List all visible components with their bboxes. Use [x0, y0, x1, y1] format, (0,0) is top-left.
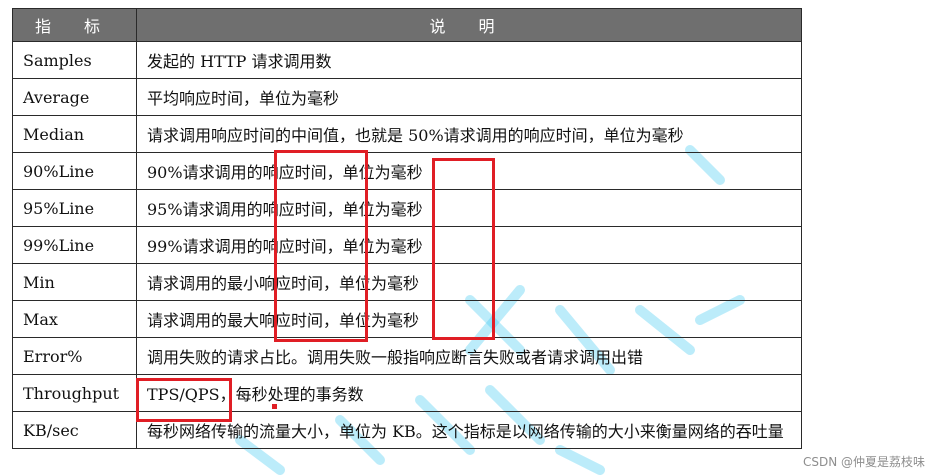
metric-name: Average	[12, 78, 137, 116]
table-row: Error% 调用失败的请求占比。调用失败一般指响应断言失败或者请求调用出错	[12, 337, 802, 375]
header-description: 说 明	[136, 8, 802, 42]
table-row: Throughput TPS/QPS，每秒处理的事务数	[12, 374, 802, 412]
metric-name: Median	[12, 115, 137, 153]
metric-description: 每秒网络传输的流量大小，单位为 KB。这个指标是以网络传输的大小来衡量网络的吞吐…	[136, 411, 802, 449]
table-row: Median 请求调用响应时间的中间值，也就是 50%请求调用的响应时间，单位为…	[12, 115, 802, 153]
metrics-table: 指 标 说 明 Samples 发起的 HTTP 请求调用数 Average 平…	[12, 8, 802, 449]
metric-name: 95%Line	[12, 189, 137, 227]
metric-name: 99%Line	[12, 226, 137, 264]
table-row: 90%Line 90%请求调用的响应时间，单位为毫秒	[12, 152, 802, 190]
metric-name: Samples	[12, 41, 137, 79]
metric-description: 调用失败的请求占比。调用失败一般指响应断言失败或者请求调用出错	[136, 337, 802, 375]
source-credit: CSDN @仲夏是荔枝味	[802, 455, 925, 469]
table-row: Samples 发起的 HTTP 请求调用数	[12, 41, 802, 79]
response-time-highlight-box	[274, 150, 368, 342]
table-header-row: 指 标 说 明	[12, 8, 802, 42]
metric-name: Min	[12, 263, 137, 301]
table-row: Average 平均响应时间，单位为毫秒	[12, 78, 802, 116]
metric-name: 90%Line	[12, 152, 137, 190]
metric-name: Max	[12, 300, 137, 338]
metric-description: TPS/QPS，每秒处理的事务数	[136, 374, 802, 412]
table-row: Max 请求调用的最大响应时间，单位为毫秒	[12, 300, 802, 338]
metric-description: 请求调用响应时间的中间值，也就是 50%请求调用的响应时间，单位为毫秒	[136, 115, 802, 153]
table-row: 99%Line 99%请求调用的响应时间，单位为毫秒	[12, 226, 802, 264]
annotation-dot	[272, 404, 277, 409]
tps-qps-highlight-box	[136, 378, 232, 422]
table-row: KB/sec 每秒网络传输的流量大小，单位为 KB。这个指标是以网络传输的大小来…	[12, 411, 802, 449]
millisecond-unit-highlight-box	[432, 158, 495, 340]
metric-name: KB/sec	[12, 411, 137, 449]
table-row: 95%Line 95%请求调用的响应时间，单位为毫秒	[12, 189, 802, 227]
metric-name: Throughput	[12, 374, 137, 412]
metric-description: 发起的 HTTP 请求调用数	[136, 41, 802, 79]
header-metric: 指 标	[12, 8, 137, 42]
metric-name: Error%	[12, 337, 137, 375]
metric-description: 平均响应时间，单位为毫秒	[136, 78, 802, 116]
table-row: Min 请求调用的最小响应时间，单位为毫秒	[12, 263, 802, 301]
